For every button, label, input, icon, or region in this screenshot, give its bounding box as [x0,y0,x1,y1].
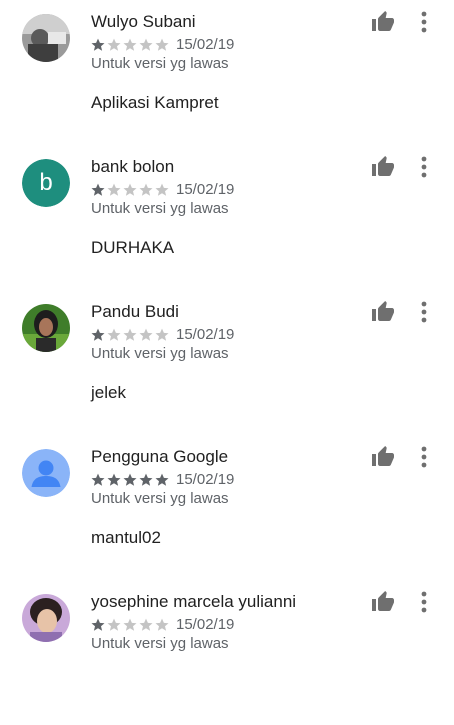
more-vert-icon[interactable] [414,590,434,614]
review-date: 15/02/19 [176,36,235,53]
version-note: Untuk versi yg lawas [91,200,229,217]
review-item: Pengguna Google 15/02/19 Untuk versi yg … [0,435,454,580]
thumb-up-icon[interactable] [371,590,395,614]
star-icon [91,473,105,487]
star-icon [155,618,169,632]
star-rating [91,38,169,52]
more-vert-icon[interactable] [414,300,434,324]
thumb-up-icon[interactable] [371,300,395,324]
star-icon [139,38,153,52]
reviewer-name: Pandu Budi [91,302,179,321]
review-text: Aplikasi Kampret [91,93,219,112]
thumb-up-icon[interactable] [371,155,395,179]
star-icon [155,328,169,342]
avatar-letter: b [22,159,70,207]
star-icon [139,473,153,487]
reviewer-name: yosephine marcela yulianni [91,592,297,611]
review-date: 15/02/19 [176,326,235,343]
star-icon [91,183,105,197]
star-icon [123,618,137,632]
default-user-icon [22,449,70,497]
avatar[interactable]: b [22,159,70,207]
thumb-up-icon[interactable] [371,445,395,469]
avatar[interactable] [22,449,70,497]
review-date: 15/02/19 [176,471,235,488]
star-icon [91,38,105,52]
review-text: DURHAKA [91,238,175,257]
star-icon [107,473,121,487]
star-icon [107,38,121,52]
reviewer-name: bank bolon [91,157,175,176]
star-icon [139,328,153,342]
star-rating [91,328,169,342]
version-note: Untuk versi yg lawas [91,55,229,72]
star-rating [91,473,169,487]
star-icon [155,473,169,487]
star-icon [123,38,137,52]
star-icon [91,328,105,342]
review-date: 15/02/19 [176,181,235,198]
star-icon [123,473,137,487]
version-note: Untuk versi yg lawas [91,345,229,362]
star-icon [107,183,121,197]
version-note: Untuk versi yg lawas [91,490,229,507]
review-date: 15/02/19 [176,616,235,633]
avatar[interactable] [22,304,70,352]
star-icon [107,328,121,342]
reviewer-name: Pengguna Google [91,447,229,466]
review-item: yosephine marcela yulianni 15/02/19 Untu… [0,580,454,725]
review-item: Pandu Budi 15/02/19 Untuk versi yg lawas… [0,290,454,435]
review-item: b bank bolon 15/02/19 Untuk versi yg law… [0,145,454,290]
thumb-up-icon[interactable] [371,10,395,34]
version-note: Untuk versi yg lawas [91,635,229,652]
star-icon [107,618,121,632]
reviewer-name: Wulyo Subani [91,12,196,31]
star-icon [139,618,153,632]
more-vert-icon[interactable] [414,445,434,469]
more-vert-icon[interactable] [414,155,434,179]
avatar[interactable] [22,594,70,642]
star-rating [91,618,169,632]
star-icon [123,328,137,342]
star-icon [123,183,137,197]
star-icon [155,38,169,52]
review-text: mantul02 [91,528,161,547]
more-vert-icon[interactable] [414,10,434,34]
review-item: Wulyo Subani 15/02/19 Untuk versi yg law… [0,0,454,145]
star-icon [139,183,153,197]
review-text: jelek [91,383,126,402]
star-icon [91,618,105,632]
star-rating [91,183,169,197]
avatar[interactable] [22,14,70,62]
star-icon [155,183,169,197]
